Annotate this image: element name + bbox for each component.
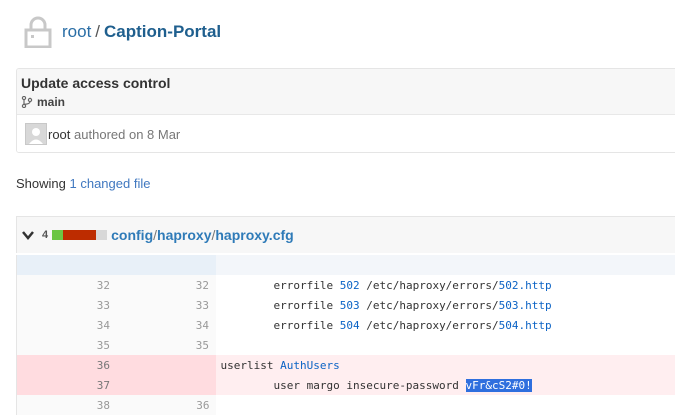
author-link[interactable]: root	[48, 127, 70, 142]
repo-title: root/Caption-Portal	[62, 22, 221, 42]
code-line: userlist AuthUsers	[216, 355, 675, 375]
new-line-number[interactable]: 34	[116, 315, 216, 335]
owner-link[interactable]: root	[62, 22, 91, 41]
diffstat-block	[52, 230, 63, 240]
hunk-header-row	[17, 255, 675, 275]
new-line-number[interactable]: 36	[116, 395, 216, 415]
authored-date: authored on 8 Mar	[74, 127, 180, 142]
diffstat-block	[85, 230, 96, 240]
selected-password-text[interactable]: vFr&cS2#0!	[466, 379, 532, 392]
commit-title: Update access control	[21, 75, 170, 91]
commit-header: Update access control main	[17, 69, 675, 115]
commit-box: Update access control main root authored…	[16, 68, 675, 153]
new-line-number[interactable]	[116, 375, 216, 395]
commit-meta: root authored on 8 Mar	[17, 115, 675, 152]
diffstat-block	[63, 230, 74, 240]
branch-indicator[interactable]: main	[21, 95, 65, 109]
path-dir-haproxy: haproxy	[157, 227, 211, 243]
files-summary-prefix: Showing	[16, 176, 66, 191]
branch-icon	[21, 96, 33, 108]
hunk-gutter-new[interactable]	[116, 255, 216, 275]
files-summary: Showing 1 changed file	[16, 176, 150, 191]
repo-header: root/Caption-Portal	[24, 14, 221, 50]
old-line-number[interactable]: 38	[17, 395, 117, 415]
diff-table: 32 32 errorfile 502 /etc/haproxy/errors/…	[16, 255, 675, 415]
chevron-down-icon[interactable]	[21, 228, 35, 242]
author-line: root authored on 8 Mar	[48, 127, 180, 142]
diff-change-count: 4	[42, 229, 48, 241]
code-line	[216, 395, 675, 415]
branch-name: main	[37, 95, 65, 109]
diff-line: 35 35	[17, 335, 675, 355]
path-dir-config: config	[111, 227, 153, 243]
new-line-number[interactable]: 35	[116, 335, 216, 355]
file-path-link[interactable]: config/haproxy/haproxy.cfg	[111, 227, 294, 243]
new-line-number[interactable]	[116, 355, 216, 375]
diffstat-block	[74, 230, 85, 240]
repo-link[interactable]: Caption-Portal	[104, 22, 221, 41]
old-line-number[interactable]: 35	[17, 335, 117, 355]
new-line-number[interactable]: 33	[116, 295, 216, 315]
user-silhouette-icon	[26, 124, 46, 144]
code-line: errorfile 503 /etc/haproxy/errors/503.ht…	[216, 295, 675, 315]
avatar[interactable]	[25, 123, 47, 145]
hunk-gutter-old[interactable]	[17, 255, 117, 275]
old-line-number[interactable]: 32	[17, 275, 117, 295]
old-line-number[interactable]: 36	[17, 355, 117, 375]
old-line-number[interactable]: 34	[17, 315, 117, 335]
old-line-number[interactable]: 33	[17, 295, 117, 315]
file-header: 4 config/haproxy/haproxy.cfg	[16, 216, 675, 253]
code-line: user margo insecure-password vFr&cS2#0!	[216, 375, 675, 395]
deleted-line: 37 user margo insecure-password vFr&cS2#…	[17, 375, 675, 395]
path-separator: /	[95, 22, 100, 41]
diff-line: 32 32 errorfile 502 /etc/haproxy/errors/…	[17, 275, 675, 295]
diffstat-block	[96, 230, 107, 240]
new-line-number[interactable]: 32	[116, 275, 216, 295]
deleted-line: 36 userlist AuthUsers	[17, 355, 675, 375]
diff-line: 34 34 errorfile 504 /etc/haproxy/errors/…	[17, 315, 675, 335]
code-line: errorfile 502 /etc/haproxy/errors/502.ht…	[216, 275, 675, 295]
lock-icon	[24, 16, 52, 48]
path-file: haproxy.cfg	[215, 227, 293, 243]
diffstat-bar	[52, 230, 107, 240]
diff-line: 33 33 errorfile 503 /etc/haproxy/errors/…	[17, 295, 675, 315]
hunk-code	[216, 255, 675, 275]
changed-files-link[interactable]: 1 changed file	[70, 176, 151, 191]
old-line-number[interactable]: 37	[17, 375, 117, 395]
diff-line: 38 36	[17, 395, 675, 415]
code-line: errorfile 504 /etc/haproxy/errors/504.ht…	[216, 315, 675, 335]
code-line	[216, 335, 675, 355]
